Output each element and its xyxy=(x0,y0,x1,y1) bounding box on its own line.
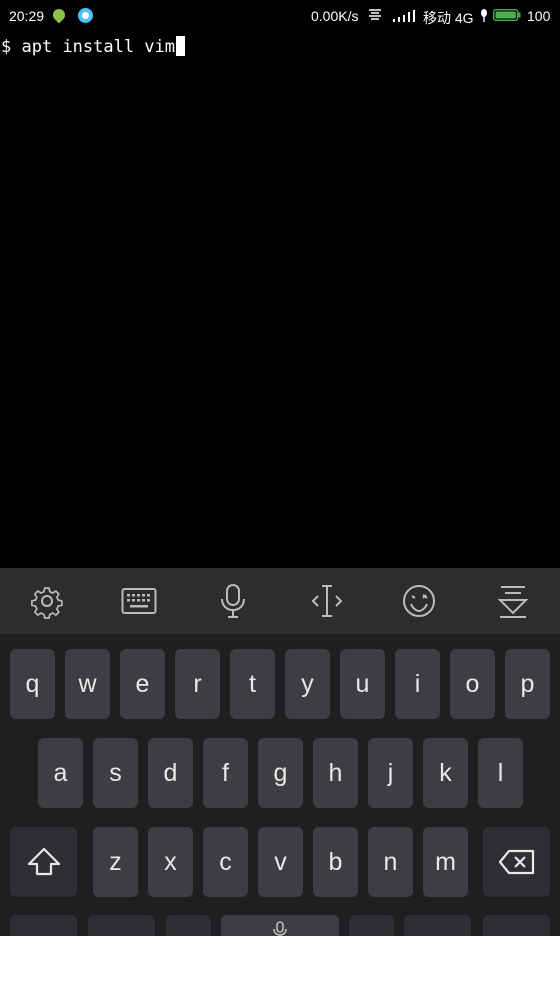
key-label: h xyxy=(328,758,343,787)
network-speed: 0.00K/s xyxy=(311,8,359,24)
key-e[interactable]: e xyxy=(120,649,165,719)
key-c[interactable]: c xyxy=(203,827,248,897)
battery-icon xyxy=(493,9,521,21)
key-h[interactable]: h xyxy=(313,738,358,808)
key-label: q xyxy=(25,669,40,698)
settings-icon xyxy=(31,587,63,619)
key-label: f xyxy=(222,758,229,787)
key-label: c xyxy=(219,847,232,876)
shift-icon xyxy=(27,847,60,876)
bottom-blank-area xyxy=(0,936,560,996)
keyboard-toolbar xyxy=(0,568,560,634)
key-label: i xyxy=(414,669,421,698)
key-label: w xyxy=(78,669,97,698)
key-k[interactable]: k xyxy=(423,738,468,808)
hide-keyboard-button[interactable] xyxy=(481,568,545,634)
cursor-icon xyxy=(311,585,343,617)
key-label: u xyxy=(355,669,370,698)
key-x[interactable]: x xyxy=(148,827,193,897)
signal-icon xyxy=(393,10,415,22)
key-y[interactable]: y xyxy=(285,649,330,719)
keyboard-settings-button[interactable] xyxy=(15,568,79,634)
key-i[interactable]: i xyxy=(395,649,440,719)
key-z[interactable]: z xyxy=(93,827,138,897)
key-q[interactable]: q xyxy=(10,649,55,719)
emoji-button[interactable] xyxy=(387,568,451,634)
command-line: $ apt install vim xyxy=(1,36,185,57)
key-m[interactable]: m xyxy=(423,827,468,897)
key-label: m xyxy=(435,847,456,876)
key-label: p xyxy=(520,669,535,698)
key-label: z xyxy=(109,847,122,876)
enter-key[interactable] xyxy=(483,915,550,936)
charging-icon xyxy=(481,9,487,22)
symbols-key[interactable] xyxy=(10,915,77,936)
key-label: n xyxy=(383,847,398,876)
key-label: d xyxy=(163,758,178,787)
key-label: a xyxy=(53,758,68,787)
key-l[interactable]: l xyxy=(478,738,523,808)
key-r[interactable]: r xyxy=(175,649,220,719)
notification-browser-icon xyxy=(78,8,93,23)
key-a[interactable]: a xyxy=(38,738,83,808)
command-text: $ apt install vim xyxy=(1,37,175,57)
key-v[interactable]: v xyxy=(258,827,303,897)
key-u[interactable]: u xyxy=(340,649,385,719)
key-s[interactable]: s xyxy=(93,738,138,808)
key-w[interactable]: w xyxy=(65,649,110,719)
comma-key[interactable] xyxy=(166,915,211,936)
key-d[interactable]: d xyxy=(148,738,193,808)
carrier-label: 移动 4G xyxy=(423,10,474,26)
sync-icon xyxy=(369,9,381,20)
key-t[interactable]: t xyxy=(230,649,275,719)
period-key[interactable] xyxy=(349,915,394,936)
notification-app-icon xyxy=(50,6,68,24)
key-label: s xyxy=(109,758,122,787)
key-label: j xyxy=(387,758,394,787)
key-j[interactable]: j xyxy=(368,738,413,808)
microphone-icon xyxy=(221,584,245,618)
key-n[interactable]: n xyxy=(368,827,413,897)
key-label: t xyxy=(249,669,256,698)
key-label: r xyxy=(193,669,202,698)
microphone-icon xyxy=(273,921,287,936)
status-time: 20:29 xyxy=(9,8,45,24)
numbers-key[interactable] xyxy=(404,915,471,936)
key-f[interactable]: f xyxy=(203,738,248,808)
key-label: e xyxy=(135,669,150,698)
battery-percent: 100 xyxy=(527,8,551,24)
terminal-output[interactable]: $ apt install vim xyxy=(0,34,560,564)
key-p[interactable]: p xyxy=(505,649,550,719)
key-label: y xyxy=(301,669,314,698)
key-label: v xyxy=(274,847,287,876)
key-label: l xyxy=(497,758,504,787)
key-label: b xyxy=(328,847,343,876)
key-label: x xyxy=(164,847,177,876)
backspace-icon xyxy=(498,849,534,875)
terminal-screen: 20:29 0.00K/s 移动 4G 100 $ apt install vi… xyxy=(0,0,560,936)
key-o[interactable]: o xyxy=(450,649,495,719)
cursor-move-button[interactable] xyxy=(295,568,359,634)
keyboard: q w e r t y u i o p a s d f g h j k l z … xyxy=(0,634,560,936)
space-key[interactable] xyxy=(221,915,339,936)
text-cursor xyxy=(176,36,185,56)
key-label: g xyxy=(273,758,288,787)
key-label: k xyxy=(439,758,452,787)
key-g[interactable]: g xyxy=(258,738,303,808)
hide-keyboard-icon xyxy=(497,586,529,618)
backspace-key[interactable] xyxy=(483,827,550,897)
shift-key[interactable] xyxy=(10,827,77,897)
keyboard-icon xyxy=(121,588,157,614)
language-key[interactable] xyxy=(88,915,155,936)
key-b[interactable]: b xyxy=(313,827,358,897)
status-bar: 20:29 0.00K/s 移动 4G 100 xyxy=(0,0,560,32)
keyboard-switch-button[interactable] xyxy=(107,568,171,634)
key-label: o xyxy=(465,669,480,698)
emoji-icon xyxy=(403,585,435,617)
voice-input-button[interactable] xyxy=(201,568,265,634)
